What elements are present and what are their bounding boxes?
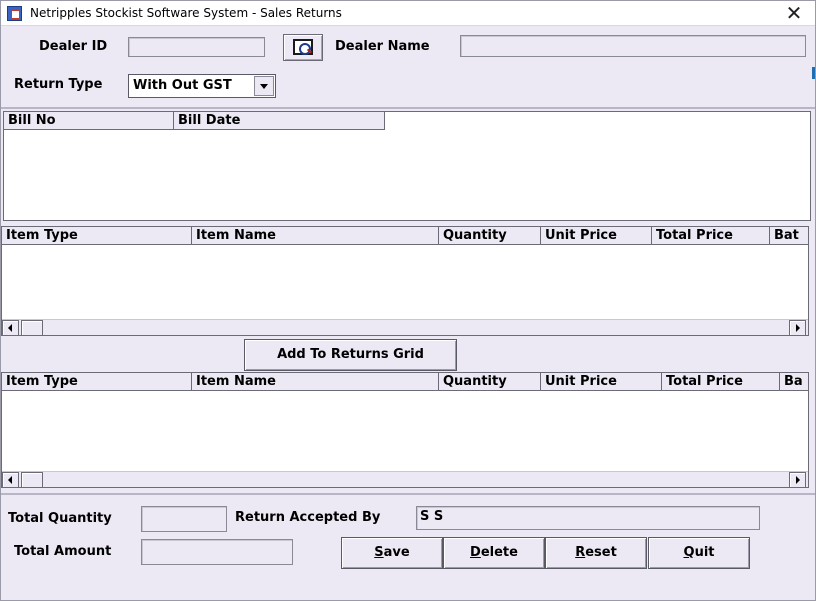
sales-returns-window: Netripples Stockist Software System - Sa… bbox=[0, 0, 816, 601]
column-header-item-type[interactable]: Item Type bbox=[2, 373, 192, 391]
chevron-down-icon[interactable] bbox=[254, 76, 274, 96]
scroll-thumb[interactable] bbox=[21, 472, 43, 487]
delete-button[interactable]: Delete bbox=[443, 537, 545, 569]
add-to-returns-grid-button[interactable]: Add To Returns Grid bbox=[244, 339, 457, 371]
title-bar: Netripples Stockist Software System - Sa… bbox=[1, 1, 815, 26]
scroll-thumb[interactable] bbox=[21, 320, 43, 335]
quit-button[interactable]: Quit bbox=[648, 537, 750, 569]
scroll-right-icon[interactable] bbox=[789, 472, 806, 487]
bills-grid[interactable]: Bill No Bill Date bbox=[3, 111, 811, 221]
column-header-quantity[interactable]: Quantity bbox=[439, 227, 541, 245]
window-title: Netripples Stockist Software System - Sa… bbox=[30, 6, 342, 20]
total-amount-input[interactable] bbox=[141, 539, 293, 565]
total-amount-label: Total Amount bbox=[14, 544, 112, 559]
total-quantity-input[interactable] bbox=[141, 506, 227, 532]
column-header-bill-no[interactable]: Bill No bbox=[4, 112, 174, 130]
returns-grid[interactable]: Item Type Item Name Quantity Unit Price … bbox=[1, 372, 809, 488]
save-button-mnemonic: S bbox=[374, 545, 384, 560]
column-header-item-name[interactable]: Item Name bbox=[192, 227, 439, 245]
save-button-label: ave bbox=[383, 545, 410, 560]
quit-button-mnemonic: Q bbox=[683, 545, 695, 560]
footer-separator bbox=[1, 493, 815, 495]
return-type-label: Return Type bbox=[14, 77, 103, 92]
delete-button-mnemonic: D bbox=[470, 545, 481, 560]
scroll-left-icon[interactable] bbox=[2, 472, 19, 487]
column-header-bill-date[interactable]: Bill Date bbox=[174, 112, 385, 130]
quit-button-label: uit bbox=[694, 545, 715, 560]
column-header-quantity[interactable]: Quantity bbox=[439, 373, 541, 391]
edge-strip bbox=[812, 67, 815, 79]
magnifier-icon bbox=[293, 39, 313, 55]
items-grid-horizontal-scrollbar[interactable] bbox=[2, 319, 808, 335]
total-quantity-label: Total Quantity bbox=[8, 511, 112, 526]
scroll-right-icon[interactable] bbox=[789, 320, 806, 335]
dealer-id-input[interactable] bbox=[128, 37, 265, 57]
reset-button-mnemonic: R bbox=[575, 545, 586, 560]
column-header-item-type[interactable]: Item Type bbox=[2, 227, 192, 245]
column-header-total-price[interactable]: Total Price bbox=[662, 373, 780, 391]
close-icon[interactable]: ✕ bbox=[783, 2, 805, 24]
dealer-name-label: Dealer Name bbox=[335, 39, 430, 54]
column-header-total-price[interactable]: Total Price bbox=[652, 227, 770, 245]
column-header-batch[interactable]: Bat bbox=[770, 227, 808, 245]
save-button[interactable]: Save bbox=[341, 537, 443, 569]
dealer-name-input[interactable] bbox=[460, 35, 806, 57]
items-grid[interactable]: Item Type Item Name Quantity Unit Price … bbox=[1, 226, 809, 336]
return-type-select[interactable]: With Out GST bbox=[128, 74, 276, 98]
column-header-batch[interactable]: Ba bbox=[780, 373, 808, 391]
reset-button-label: eset bbox=[585, 545, 617, 560]
return-accepted-by-input[interactable]: S S bbox=[416, 506, 760, 530]
column-header-unit-price[interactable]: Unit Price bbox=[541, 373, 662, 391]
returns-grid-horizontal-scrollbar[interactable] bbox=[2, 471, 808, 487]
app-icon bbox=[7, 6, 22, 21]
dealer-id-label: Dealer ID bbox=[39, 39, 108, 54]
dealer-search-button[interactable] bbox=[283, 34, 323, 61]
header-separator bbox=[1, 107, 815, 109]
return-type-value: With Out GST bbox=[133, 78, 232, 93]
return-accepted-by-label: Return Accepted By bbox=[235, 510, 381, 525]
scroll-left-icon[interactable] bbox=[2, 320, 19, 335]
delete-button-label: elete bbox=[480, 545, 518, 560]
column-header-item-name[interactable]: Item Name bbox=[192, 373, 439, 391]
column-header-unit-price[interactable]: Unit Price bbox=[541, 227, 652, 245]
reset-button[interactable]: Reset bbox=[545, 537, 647, 569]
